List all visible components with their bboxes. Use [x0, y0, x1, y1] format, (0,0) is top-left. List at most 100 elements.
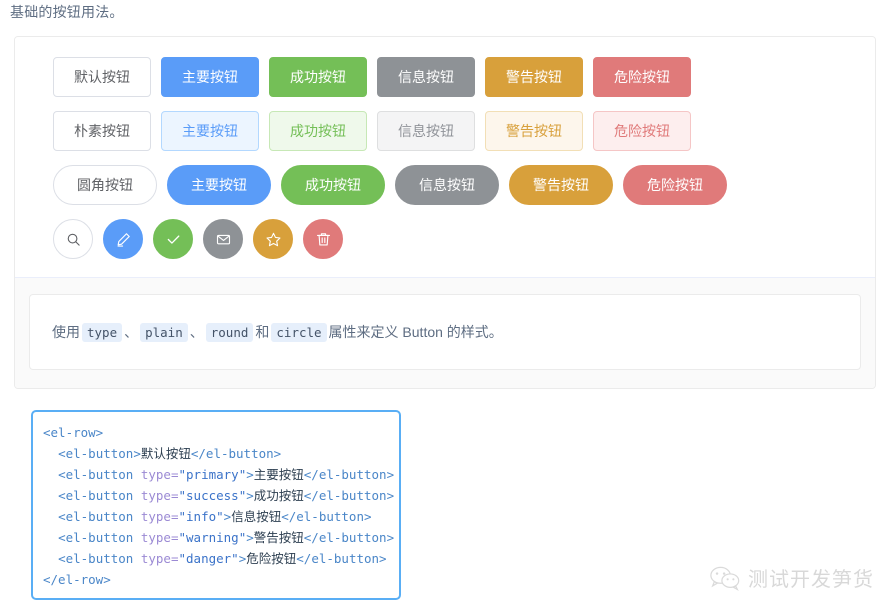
code-token-tag: <el-button — [58, 530, 141, 545]
code-token-tag: > — [246, 530, 254, 545]
circle-button-danger[interactable] — [303, 219, 343, 259]
code-line: <el-row> — [43, 422, 389, 443]
code-token-text: 信息按钮 — [231, 509, 282, 524]
plain-button-default[interactable]: 朴素按钮 — [53, 111, 151, 151]
round-button-info[interactable]: 信息按钮 — [395, 165, 499, 205]
star-icon — [265, 232, 281, 247]
code-token-val: "primary" — [178, 467, 247, 482]
watermark: 测试开发笋货 — [710, 563, 874, 592]
circle-button-default[interactable] — [53, 219, 93, 259]
code-line: <el-button type="info">信息按钮</el-button> — [43, 506, 389, 527]
code-token-tag: </el-button> — [303, 530, 395, 545]
code-token-tag: </el-button> — [303, 467, 395, 482]
code-token-attr: type= — [140, 488, 179, 503]
circle-button-primary[interactable] — [103, 219, 143, 259]
code-token-text: 警告按钮 — [253, 530, 304, 545]
code-line: <el-button>默认按钮</el-button> — [43, 443, 389, 464]
code-token-tag: <el-button — [58, 488, 141, 503]
tip-text: 使用 type、 plain、 round 和 circle 属性来定义 Button 的样… — [52, 321, 503, 344]
round-button-default[interactable]: 圆角按钮 — [53, 165, 157, 205]
tip-code-round: round — [205, 322, 254, 342]
tip-box: 使用 type、 plain、 round 和 circle 属性来定义 Button 的样… — [29, 294, 861, 370]
code-snippet[interactable]: <el-row> <el-button>默认按钮</el-button> <el… — [31, 410, 401, 600]
round-button-success[interactable]: 成功按钮 — [281, 165, 385, 205]
message-icon — [216, 232, 231, 247]
round-button-primary[interactable]: 主要按钮 — [167, 165, 271, 205]
plain-button-primary[interactable]: 主要按钮 — [161, 111, 259, 151]
tip-lead: 使用 — [52, 323, 80, 340]
button-label: 危险按钮 — [614, 69, 670, 85]
plain-button-info[interactable]: 信息按钮 — [377, 111, 475, 151]
button-primary[interactable]: 主要按钮 — [161, 57, 259, 97]
button-label: 圆角按钮 — [77, 177, 133, 193]
button-label: 危险按钮 — [647, 177, 703, 193]
code-line: <el-button type="danger">危险按钮</el-button… — [43, 548, 389, 569]
tip-section: 使用 type、 plain、 round 和 circle 属性来定义 Button 的样… — [15, 277, 875, 388]
plain-button-success[interactable]: 成功按钮 — [269, 111, 367, 151]
code-token-attr: type= — [140, 509, 179, 524]
code-token-tag: </el-button> — [296, 551, 387, 566]
button-row-plain: 朴素按钮 主要按钮 成功按钮 信息按钮 警告按钮 危险按钮 — [27, 111, 863, 151]
code-token-tag: </el-row> — [43, 572, 111, 587]
button-label: 警告按钮 — [506, 123, 562, 139]
tip-conjunction: 和 — [255, 323, 270, 340]
button-label: 成功按钮 — [305, 177, 361, 193]
search-icon — [66, 232, 81, 247]
button-label: 警告按钮 — [506, 69, 562, 85]
code-line: </el-row> — [43, 569, 389, 590]
button-info[interactable]: 信息按钮 — [377, 57, 475, 97]
button-label: 朴素按钮 — [74, 123, 130, 139]
code-token-tag: <el-button — [58, 509, 141, 524]
code-token-tag: <el-button — [58, 551, 141, 566]
button-label: 成功按钮 — [290, 69, 346, 85]
tip-sep-2: 、 — [189, 323, 204, 340]
button-label: 信息按钮 — [419, 177, 475, 193]
plain-button-warning[interactable]: 警告按钮 — [485, 111, 583, 151]
button-row-circle — [27, 219, 863, 259]
code-token-tag: <el-row> — [43, 425, 104, 440]
code-token-tag: </el-button> — [281, 509, 372, 524]
plain-button-danger[interactable]: 危险按钮 — [593, 111, 691, 151]
circle-button-success[interactable] — [153, 219, 193, 259]
button-label: 成功按钮 — [290, 123, 346, 139]
code-token-text: 成功按钮 — [253, 488, 304, 503]
code-line: <el-button type="primary">主要按钮</el-butto… — [43, 464, 394, 485]
round-button-danger[interactable]: 危险按钮 — [623, 165, 727, 205]
button-row-default: 默认按钮 主要按钮 成功按钮 信息按钮 警告按钮 危险按钮 — [27, 57, 863, 97]
button-label: 默认按钮 — [74, 69, 130, 85]
tip-tail: 属性来定义 Button 的样式。 — [328, 323, 503, 340]
tip-code-type: type — [82, 322, 123, 342]
button-label: 警告按钮 — [533, 177, 589, 193]
button-label: 信息按钮 — [398, 123, 454, 139]
code-token-tag: </el-button> — [190, 446, 282, 461]
code-token-text: 默认按钮 — [140, 446, 191, 461]
code-token-text: 危险按钮 — [246, 551, 297, 566]
button-success[interactable]: 成功按钮 — [269, 57, 367, 97]
code-token-attr: type= — [140, 530, 179, 545]
code-token-attr: type= — [140, 551, 179, 566]
button-danger[interactable]: 危险按钮 — [593, 57, 691, 97]
code-token-val: "success" — [178, 488, 247, 503]
demo-card: 默认按钮 主要按钮 成功按钮 信息按钮 警告按钮 危险按钮 朴素按钮 主要按钮 成功按钮 信息按… — [14, 36, 876, 389]
button-demo-area: 默认按钮 主要按钮 成功按钮 信息按钮 警告按钮 危险按钮 朴素按钮 主要按钮 成功按钮 信息按… — [15, 37, 875, 277]
button-default[interactable]: 默认按钮 — [53, 57, 151, 97]
delete-icon — [316, 232, 331, 247]
code-token-tag: <el-button — [58, 467, 141, 482]
edit-icon — [116, 232, 131, 247]
code-token-tag: > — [246, 467, 254, 482]
code-token-tag: <el-button> — [58, 446, 141, 461]
button-label: 主要按钮 — [182, 69, 238, 85]
button-label: 危险按钮 — [614, 123, 670, 139]
round-button-warning[interactable]: 警告按钮 — [509, 165, 613, 205]
code-token-tag: > — [246, 488, 254, 503]
tip-sep-1: 、 — [124, 323, 139, 340]
circle-button-warning[interactable] — [253, 219, 293, 259]
button-warning[interactable]: 警告按钮 — [485, 57, 583, 97]
circle-button-info[interactable] — [203, 219, 243, 259]
code-token-val: "danger" — [178, 551, 239, 566]
